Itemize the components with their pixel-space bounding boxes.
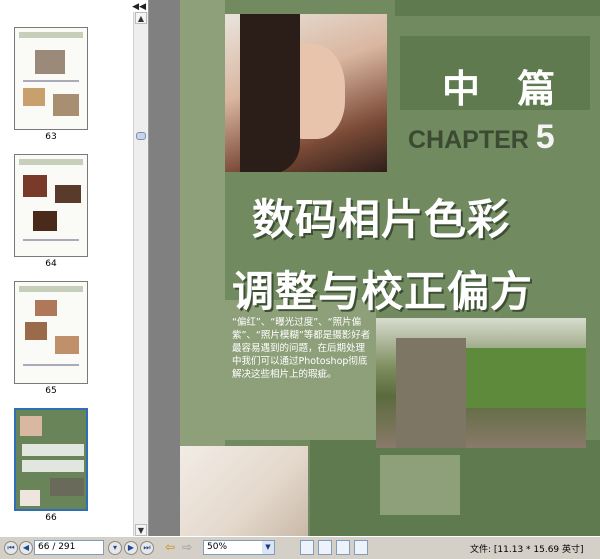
portrait-photo — [225, 14, 387, 172]
first-page-icon[interactable]: ⏮ — [4, 541, 18, 555]
previous-page-icon[interactable]: ◀ — [19, 541, 33, 555]
chapter-label: CHAPTER 5 — [408, 118, 555, 157]
thumbnail-page-65[interactable] — [14, 281, 88, 384]
thumbnail-page-64[interactable] — [14, 154, 88, 257]
decor-panel — [395, 0, 600, 16]
thumbnail-label: 66 — [45, 513, 57, 523]
thumbnail-scrollbar[interactable]: ▲ ▼ — [133, 12, 148, 536]
thumbnail-page-63[interactable] — [14, 27, 88, 130]
continuous-facing-view-icon[interactable] — [354, 540, 368, 555]
scroll-up-icon[interactable]: ▲ — [135, 12, 147, 24]
chapter-number: 5 — [535, 118, 555, 156]
thumbnail-page-66[interactable] — [14, 408, 88, 511]
continuous-view-icon[interactable] — [318, 540, 332, 555]
scroll-down-icon[interactable]: ▼ — [135, 524, 147, 536]
thumbnail-label: 65 — [45, 386, 57, 396]
thumbnail-label: 64 — [45, 259, 57, 269]
facing-view-icon[interactable] — [336, 540, 350, 555]
section-heading: 中 篇 — [442, 67, 568, 111]
chapter-description: “偏红”、“曝光过度”、“照片偏紫”、“照片模糊”等都是摄影好者最容易遇到的问题… — [232, 317, 371, 380]
document-page: 中 篇 CHAPTER 5 数码相片色彩 调整与校正偏方 “偏红”、“曝光过度”… — [180, 0, 600, 536]
last-page-icon[interactable]: ⏭ — [140, 541, 154, 555]
file-size-info: 文件: [11.13 * 15.69 英寸] — [470, 545, 584, 555]
forward-arrow-icon[interactable]: ⇨ — [180, 540, 194, 555]
single-page-view-icon[interactable] — [300, 540, 314, 555]
title-line-1: 数码相片色彩 — [252, 195, 511, 244]
back-arrow-icon[interactable]: ⇦ — [163, 540, 177, 555]
scrollbar-thumb[interactable] — [136, 132, 146, 140]
page-number-field[interactable]: 66 / 291 — [34, 540, 104, 555]
thumbnail-sidebar: ◀◀ 63 64 65 66 ▲ ▼ — [0, 0, 149, 536]
status-bar: ⏮ ◀ 66 / 291 ▾ ▶ ⏭ ⇦ ⇨ 50% ▼ 文件: [11.13 … — [0, 536, 600, 559]
collapse-sidebar-icon[interactable]: ◀◀ — [132, 2, 146, 12]
zoom-value: 50% — [207, 542, 228, 552]
title-line-2: 调整与校正偏方 — [232, 267, 534, 316]
thumbnail-label: 63 — [45, 132, 57, 142]
chapter-word: CHAPTER — [408, 126, 529, 154]
castle-photo — [376, 318, 586, 448]
cat-photo — [180, 446, 308, 536]
decor-panel — [380, 455, 460, 515]
zoom-field[interactable]: 50% ▼ — [203, 540, 275, 555]
zoom-dropdown-icon[interactable]: ▼ — [262, 541, 274, 554]
document-viewer[interactable]: 中 篇 CHAPTER 5 数码相片色彩 调整与校正偏方 “偏红”、“曝光过度”… — [149, 0, 600, 536]
page-dropdown-icon[interactable]: ▾ — [108, 541, 122, 555]
next-page-icon[interactable]: ▶ — [124, 541, 138, 555]
